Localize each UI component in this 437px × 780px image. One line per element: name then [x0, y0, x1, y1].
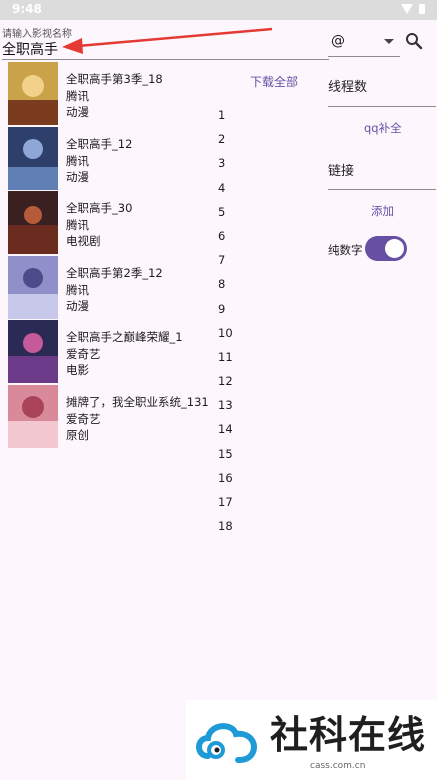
item-genre: 动漫 — [66, 169, 89, 184]
list-item[interactable]: 摊牌了，我全职业系统_131 爱奇艺 原创 — [8, 384, 248, 450]
list-item[interactable]: 全职高手之巅峰荣耀_1 爱奇艺 电影 — [8, 320, 248, 385]
poster-image — [8, 320, 58, 383]
poster-image — [8, 126, 58, 190]
item-title: 全职高手_30 — [66, 201, 133, 215]
status-icons — [401, 4, 425, 14]
episode-number[interactable]: 15 — [218, 447, 242, 471]
item-genre: 电影 — [66, 363, 89, 377]
watermark-name: 社科在线 — [270, 712, 427, 757]
toggle-knob — [385, 239, 404, 258]
episode-number-list: 1 2 3 4 5 6 7 8 9 10 11 12 13 14 15 16 1… — [218, 108, 242, 543]
poster-image — [8, 62, 58, 125]
episode-number[interactable]: 6 — [218, 229, 242, 253]
wifi-icon — [401, 4, 413, 14]
link-field[interactable]: 链接 — [328, 160, 354, 179]
search-button[interactable] — [404, 31, 424, 51]
episode-number[interactable]: 4 — [218, 181, 242, 205]
list-item[interactable]: 全职高手第2季_12 腾讯 动漫 — [8, 255, 248, 321]
episode-number[interactable]: 16 — [218, 471, 242, 495]
item-title: 全职高手之巅峰荣耀_1 — [66, 330, 183, 344]
poster-image — [8, 255, 58, 319]
episode-number[interactable]: 13 — [218, 398, 242, 422]
poster-image — [8, 191, 58, 254]
episode-number[interactable]: 8 — [218, 277, 242, 301]
watermark-logo-icon — [196, 723, 257, 763]
item-source: 腾讯 — [66, 218, 89, 232]
list-item[interactable]: 全职高手_12 腾讯 动漫 — [8, 126, 248, 192]
item-genre: 动漫 — [66, 298, 89, 313]
result-list: 全职高手第3季_18 腾讯 动漫 全职高手_12 腾讯 动漫 全职高手_30 腾… — [8, 62, 248, 449]
threads-field-underline — [328, 106, 436, 107]
list-item[interactable]: 全职高手第3季_18 腾讯 动漫 — [8, 62, 248, 127]
episode-number[interactable]: 3 — [218, 156, 242, 180]
episode-number[interactable]: 5 — [218, 205, 242, 229]
item-source: 腾讯 — [66, 89, 89, 103]
episode-number[interactable]: 17 — [218, 495, 242, 519]
qq-fill-button[interactable]: qq补全 — [364, 120, 402, 136]
link-field-underline — [328, 189, 436, 190]
add-button[interactable]: 添加 — [371, 203, 394, 219]
status-bar: 9:48 — [0, 0, 437, 20]
item-genre: 动漫 — [66, 105, 89, 119]
watermark: 社科在线 cass.com.cn — [186, 700, 437, 780]
item-source: 爱奇艺 — [66, 347, 101, 361]
source-select-value: @ — [331, 33, 345, 49]
episode-number[interactable]: 14 — [218, 422, 242, 446]
list-item[interactable]: 全职高手_30 腾讯 电视剧 — [8, 191, 248, 256]
battery-icon — [419, 4, 425, 14]
item-genre: 电视剧 — [66, 234, 101, 248]
episode-number[interactable]: 7 — [218, 253, 242, 277]
episode-number[interactable]: 2 — [218, 132, 242, 156]
download-all-button[interactable]: 下载全部 — [250, 73, 298, 90]
item-title: 全职高手第3季_18 — [66, 72, 163, 86]
item-source: 爱奇艺 — [66, 411, 101, 426]
item-genre: 原创 — [66, 427, 89, 442]
episode-number[interactable]: 18 — [218, 519, 242, 543]
episode-number[interactable]: 11 — [218, 350, 242, 374]
item-title: 摊牌了，我全职业系统_131 — [66, 394, 209, 409]
item-title: 全职高手_12 — [66, 136, 133, 151]
search-input[interactable] — [2, 38, 329, 60]
threads-field[interactable]: 线程数 — [328, 76, 367, 95]
item-title: 全职高手第2季_12 — [66, 265, 163, 280]
item-source: 腾讯 — [66, 282, 89, 297]
item-source: 腾讯 — [66, 153, 89, 168]
episode-number[interactable]: 12 — [218, 374, 242, 398]
pure-number-toggle[interactable] — [365, 236, 407, 261]
source-select[interactable]: @ — [328, 31, 398, 51]
chevron-down-icon — [384, 39, 394, 44]
search-icon — [406, 33, 423, 50]
source-select-underline — [328, 56, 400, 57]
status-time: 9:48 — [12, 2, 42, 16]
pure-number-label: 纯数字 — [328, 243, 363, 257]
episode-number[interactable]: 10 — [218, 326, 242, 350]
episode-number[interactable]: 9 — [218, 302, 242, 326]
watermark-url: cass.com.cn — [310, 761, 366, 771]
episode-number[interactable]: 1 — [218, 108, 242, 132]
poster-image — [8, 384, 58, 448]
